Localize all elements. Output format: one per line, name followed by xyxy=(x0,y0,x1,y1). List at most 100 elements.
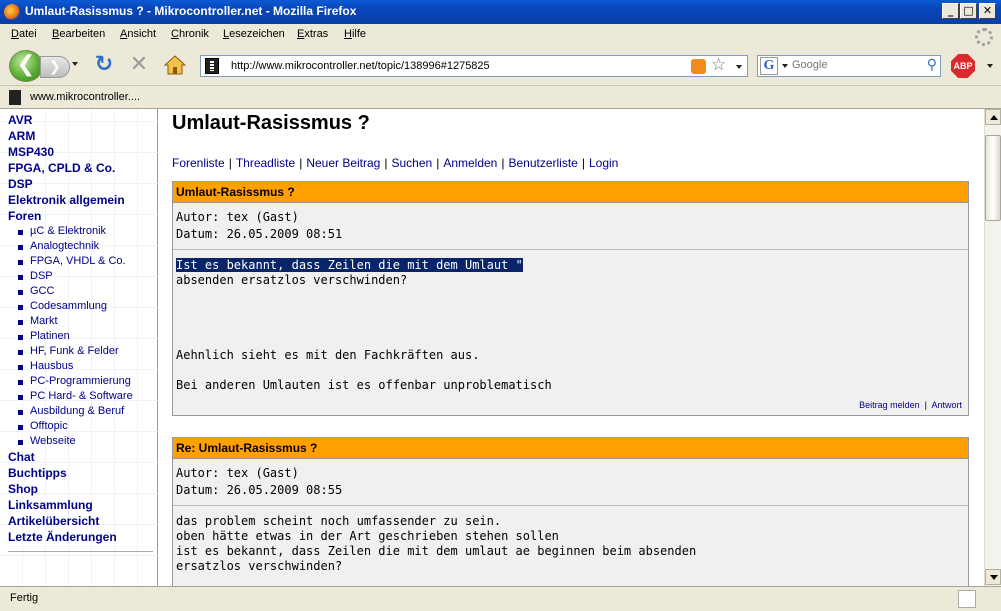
menu-datei[interactable]: Datei xyxy=(11,28,37,40)
forum-item-platinen[interactable]: Platinen xyxy=(30,330,70,342)
sidebar-item-shop[interactable]: Shop xyxy=(8,482,38,496)
bullet-icon xyxy=(18,350,23,355)
forum-post: Umlaut-Rasissmus ? Autor: tex (Gast) Dat… xyxy=(172,181,969,416)
sidebar-item-dsp[interactable]: DSP xyxy=(8,177,33,191)
forum-item-uc-elektronik[interactable]: µC & Elektronik xyxy=(30,225,106,237)
forum-item-pc-hardware[interactable]: PC Hard- & Software xyxy=(30,390,133,402)
forum-item-markt[interactable]: Markt xyxy=(30,315,58,327)
forum-nav-links: Forenliste | Threadliste | Neuer Beitrag | Suc… xyxy=(172,156,619,170)
back-button[interactable]: ❮ xyxy=(9,50,43,82)
search-magnifier-icon[interactable]: ⚲ xyxy=(927,57,937,73)
bullet-icon xyxy=(18,290,23,295)
post-body: Ist es bekannt, dass Zeilen die mit dem … xyxy=(173,250,968,397)
page-title: Umlaut-Rasissmus ? xyxy=(172,112,370,134)
scroll-thumb[interactable] xyxy=(985,135,1001,221)
menu-chronik[interactable]: Chronik xyxy=(171,28,209,40)
window-title: Umlaut-Rasissmus ? - Mikrocontroller.net… xyxy=(25,4,357,18)
google-engine-icon[interactable]: G xyxy=(760,57,778,75)
stop-icon[interactable]: ✕ xyxy=(128,54,150,76)
url-text[interactable]: http://www.mikrocontroller.net/topic/138… xyxy=(231,60,490,72)
sidebar-item-artikeluebersicht[interactable]: Artikelübersicht xyxy=(8,514,99,528)
maximize-button[interactable]: □ xyxy=(960,3,977,19)
bookmark-star-icon[interactable]: ☆ xyxy=(711,55,726,75)
navigation-toolbar: ❮ ❯ ↻ ✕ http://www.mikrocontroller.net/t… xyxy=(0,46,1001,86)
adblock-dropdown-icon[interactable] xyxy=(987,64,993,68)
rss-feed-icon[interactable] xyxy=(691,59,706,74)
sidebar-item-arm[interactable]: ARM xyxy=(8,129,35,143)
bullet-icon xyxy=(18,275,23,280)
link-forenliste[interactable]: Forenliste xyxy=(172,156,225,170)
menu-extras[interactable]: Extras xyxy=(297,28,328,40)
window-titlebar: Umlaut-Rasissmus ? - Mikrocontroller.net… xyxy=(0,0,1001,24)
bullet-icon xyxy=(18,440,23,445)
page-viewport: AVR ARM MSP430 FPGA, CPLD & Co. DSP Elek… xyxy=(0,109,984,586)
forum-item-codesammlung[interactable]: Codesammlung xyxy=(30,300,107,312)
status-text: Fertig xyxy=(10,592,39,604)
forum-item-hausbus[interactable]: Hausbus xyxy=(30,360,73,372)
url-dropdown-icon[interactable] xyxy=(736,65,742,69)
post-subject: Umlaut-Rasissmus ? xyxy=(173,182,968,203)
sidebar-item-chat[interactable]: Chat xyxy=(8,450,35,464)
post-date: Datum: 26.05.2009 08:51 xyxy=(176,227,343,241)
sidebar-item-elektronik[interactable]: Elektronik allgemein xyxy=(8,193,125,207)
forum-item-pc-programmierung[interactable]: PC-Programmierung xyxy=(30,375,131,387)
sidebar: AVR ARM MSP430 FPGA, CPLD & Co. DSP Elek… xyxy=(0,109,158,586)
link-login[interactable]: Login xyxy=(589,156,618,170)
link-benutzerliste[interactable]: Benutzerliste xyxy=(508,156,577,170)
history-dropdown-icon[interactable] xyxy=(72,62,78,66)
url-bar[interactable]: http://www.mikrocontroller.net/topic/138… xyxy=(200,55,748,77)
post-body: das problem scheint noch umfassender zu … xyxy=(176,514,697,573)
post-author: Autor: tex (Gast) xyxy=(176,210,299,224)
close-button[interactable]: ✕ xyxy=(979,3,996,19)
link-anmelden[interactable]: Anmelden xyxy=(443,156,497,170)
menu-ansicht[interactable]: Ansicht xyxy=(120,28,156,40)
tab-bar: www.mikrocontroller.... xyxy=(0,87,1001,109)
bullet-icon xyxy=(18,410,23,415)
search-input[interactable] xyxy=(792,59,918,71)
scroll-up-icon[interactable] xyxy=(985,109,1001,125)
bullet-icon xyxy=(18,395,23,400)
link-neuer-beitrag[interactable]: Neuer Beitrag xyxy=(306,156,380,170)
selected-text: Ist es bekannt, dass Zeilen die mit dem … xyxy=(176,258,523,272)
post-subject: Re: Umlaut-Rasissmus ? xyxy=(173,438,968,459)
bullet-icon xyxy=(18,425,23,430)
status-bar: Fertig xyxy=(0,586,1001,611)
minimize-button[interactable]: _ xyxy=(942,3,959,19)
sidebar-item-avr[interactable]: AVR xyxy=(8,113,32,127)
sidebar-item-linksammlung[interactable]: Linksammlung xyxy=(8,498,93,512)
menu-lesezeichen[interactable]: Lesezeichen xyxy=(223,28,285,40)
forum-item-dsp[interactable]: DSP xyxy=(30,270,53,282)
report-post-link[interactable]: Beitrag melden xyxy=(859,400,920,410)
search-bar[interactable]: G ⚲ xyxy=(757,55,941,77)
sidebar-item-msp430[interactable]: MSP430 xyxy=(8,145,54,159)
forum-item-analogtechnik[interactable]: Analogtechnik xyxy=(30,240,99,252)
home-icon[interactable] xyxy=(163,54,187,76)
forum-post: Re: Umlaut-Rasissmus ? Autor: tex (Gast)… xyxy=(172,437,969,586)
forum-item-ausbildung[interactable]: Ausbildung & Beruf xyxy=(30,405,124,417)
post-text: absenden ersatzlos verschwinden? Aehnlic… xyxy=(176,273,552,392)
tab-label[interactable]: www.mikrocontroller.... xyxy=(30,91,140,103)
vertical-scrollbar[interactable] xyxy=(984,109,1001,586)
sidebar-item-letzte-aenderungen[interactable]: Letzte Änderungen xyxy=(8,530,117,544)
reload-icon[interactable]: ↻ xyxy=(93,54,115,76)
throbber-icon xyxy=(975,28,993,46)
reply-link[interactable]: Antwort xyxy=(931,400,962,410)
post-date: Datum: 26.05.2009 08:55 xyxy=(176,483,343,497)
adblock-plus-icon[interactable]: ABP xyxy=(951,54,975,78)
menu-bearbeiten[interactable]: Bearbeiten xyxy=(52,28,105,40)
forum-item-hf-funk[interactable]: HF, Funk & Felder xyxy=(30,345,119,357)
link-threadliste[interactable]: Threadliste xyxy=(236,156,295,170)
bullet-icon xyxy=(18,230,23,235)
menu-hilfe[interactable]: Hilfe xyxy=(344,28,366,40)
sidebar-item-buchtipps[interactable]: Buchtipps xyxy=(8,466,67,480)
forum-item-gcc[interactable]: GCC xyxy=(30,285,54,297)
sidebar-item-foren[interactable]: Foren xyxy=(8,209,41,223)
forward-button[interactable]: ❯ xyxy=(40,56,70,78)
scroll-down-icon[interactable] xyxy=(985,569,1001,585)
forum-item-fpga-vhdl[interactable]: FPGA, VHDL & Co. xyxy=(30,255,126,267)
forum-item-offtopic[interactable]: Offtopic xyxy=(30,420,68,432)
sidebar-item-fpga[interactable]: FPGA, CPLD & Co. xyxy=(8,161,115,175)
search-engine-dropdown-icon[interactable] xyxy=(782,64,788,68)
forum-item-webseite[interactable]: Webseite xyxy=(30,435,76,447)
link-suchen[interactable]: Suchen xyxy=(391,156,432,170)
